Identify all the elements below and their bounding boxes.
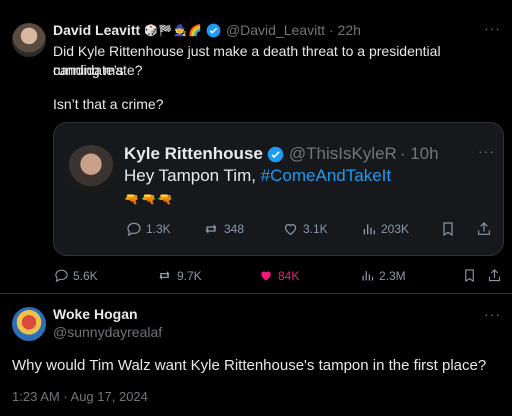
gun-emoji: 🔫🔫🔫 — [124, 192, 175, 206]
repost-icon — [205, 224, 217, 234]
repost-icon — [159, 271, 170, 280]
reply-count: 5.6K — [73, 268, 98, 283]
heart-icon — [284, 224, 297, 236]
quoted-author-name[interactable]: Kyle Rittenhouse — [124, 144, 263, 164]
heart-filled-icon — [261, 271, 271, 281]
reply-timestamp[interactable]: 1:23 AM · Aug 17, 2024 — [12, 389, 148, 404]
quoted-like-button[interactable]: 3.1K — [282, 221, 328, 237]
reply-button[interactable]: 5.6K — [54, 268, 98, 283]
views-count: 2.3M — [379, 268, 406, 283]
analytics-icon — [363, 224, 375, 235]
quoted-reply-button[interactable]: 1.3K — [126, 221, 171, 237]
author-handle[interactable]: @David_Leavitt — [226, 22, 325, 38]
like-button[interactable]: 84K — [258, 268, 299, 283]
repost-button[interactable]: 9.7K — [156, 268, 202, 283]
more-options-icon[interactable]: ··· — [484, 20, 501, 36]
quoted-author-handle[interactable]: @ThisIsKyleR — [289, 144, 397, 164]
reply-icon — [127, 222, 141, 237]
repost-count: 9.7K — [177, 268, 202, 283]
reply-author-handle[interactable]: @sunnydayrealaf — [53, 324, 162, 340]
quoted-time[interactable]: · 10h — [400, 144, 439, 164]
divider — [0, 293, 512, 294]
author-name[interactable]: David Leavitt — [53, 22, 140, 38]
views-button[interactable]: 2.3M — [360, 268, 406, 283]
share-icon[interactable] — [487, 267, 502, 284]
hashtag-link[interactable]: #ComeAndTakeIt — [261, 166, 391, 185]
quoted-repost-count: 348 — [224, 222, 245, 236]
avatar-kyle-rittenhouse[interactable] — [67, 145, 115, 193]
verified-icon — [267, 146, 284, 162]
reply-more-options-icon[interactable]: ··· — [484, 306, 501, 322]
reply-author-name[interactable]: Woke Hogan — [53, 306, 138, 322]
tweet-header: David Leavitt 🎲🏁🧙🌈 @David_Leavitt · 22h — [53, 22, 361, 38]
bookmark-icon[interactable] — [440, 220, 456, 238]
like-count: 84K — [278, 268, 300, 283]
tweet-time[interactable]: · 22h — [329, 22, 361, 38]
reply-handle-row: @sunnydayrealaf — [53, 324, 162, 340]
quoted-views-button[interactable]: 203K — [361, 221, 409, 237]
author-emoji: 🎲🏁🧙🌈 — [144, 24, 203, 37]
verified-icon — [206, 23, 221, 37]
quoted-text-body: Hey Tampon Tim, — [124, 166, 261, 185]
avatar-david-leavitt[interactable] — [12, 23, 46, 57]
quoted-header: Kyle Rittenhouse @ThisIsKyleR · 10h — [124, 144, 439, 164]
quoted-more-options-icon[interactable]: ··· — [478, 143, 495, 159]
quoted-tweet-card[interactable]: Kyle Rittenhouse @ThisIsKyleR · 10h ··· … — [53, 122, 504, 256]
quoted-reply-count: 1.3K — [146, 222, 171, 236]
quoted-like-count: 3.1K — [303, 222, 328, 236]
reply-text: Why would Tim Walz want Kyle Rittenhouse… — [12, 357, 487, 374]
analytics-icon — [362, 271, 374, 281]
share-icon[interactable] — [476, 220, 492, 238]
reply-header: Woke Hogan — [53, 306, 138, 322]
tweet-text-line2: running mate? — [53, 62, 143, 78]
quoted-views-count: 203K — [381, 222, 410, 236]
reply-icon — [55, 269, 68, 283]
bookmark-icon[interactable] — [462, 267, 477, 284]
quoted-text: Hey Tampon Tim, #ComeAndTakeIt — [124, 165, 391, 187]
tweet-text-line3: Isn’t that a crime? — [53, 96, 164, 112]
avatar-woke-hogan[interactable] — [12, 307, 46, 341]
quoted-repost-button[interactable]: 348 — [202, 221, 244, 237]
